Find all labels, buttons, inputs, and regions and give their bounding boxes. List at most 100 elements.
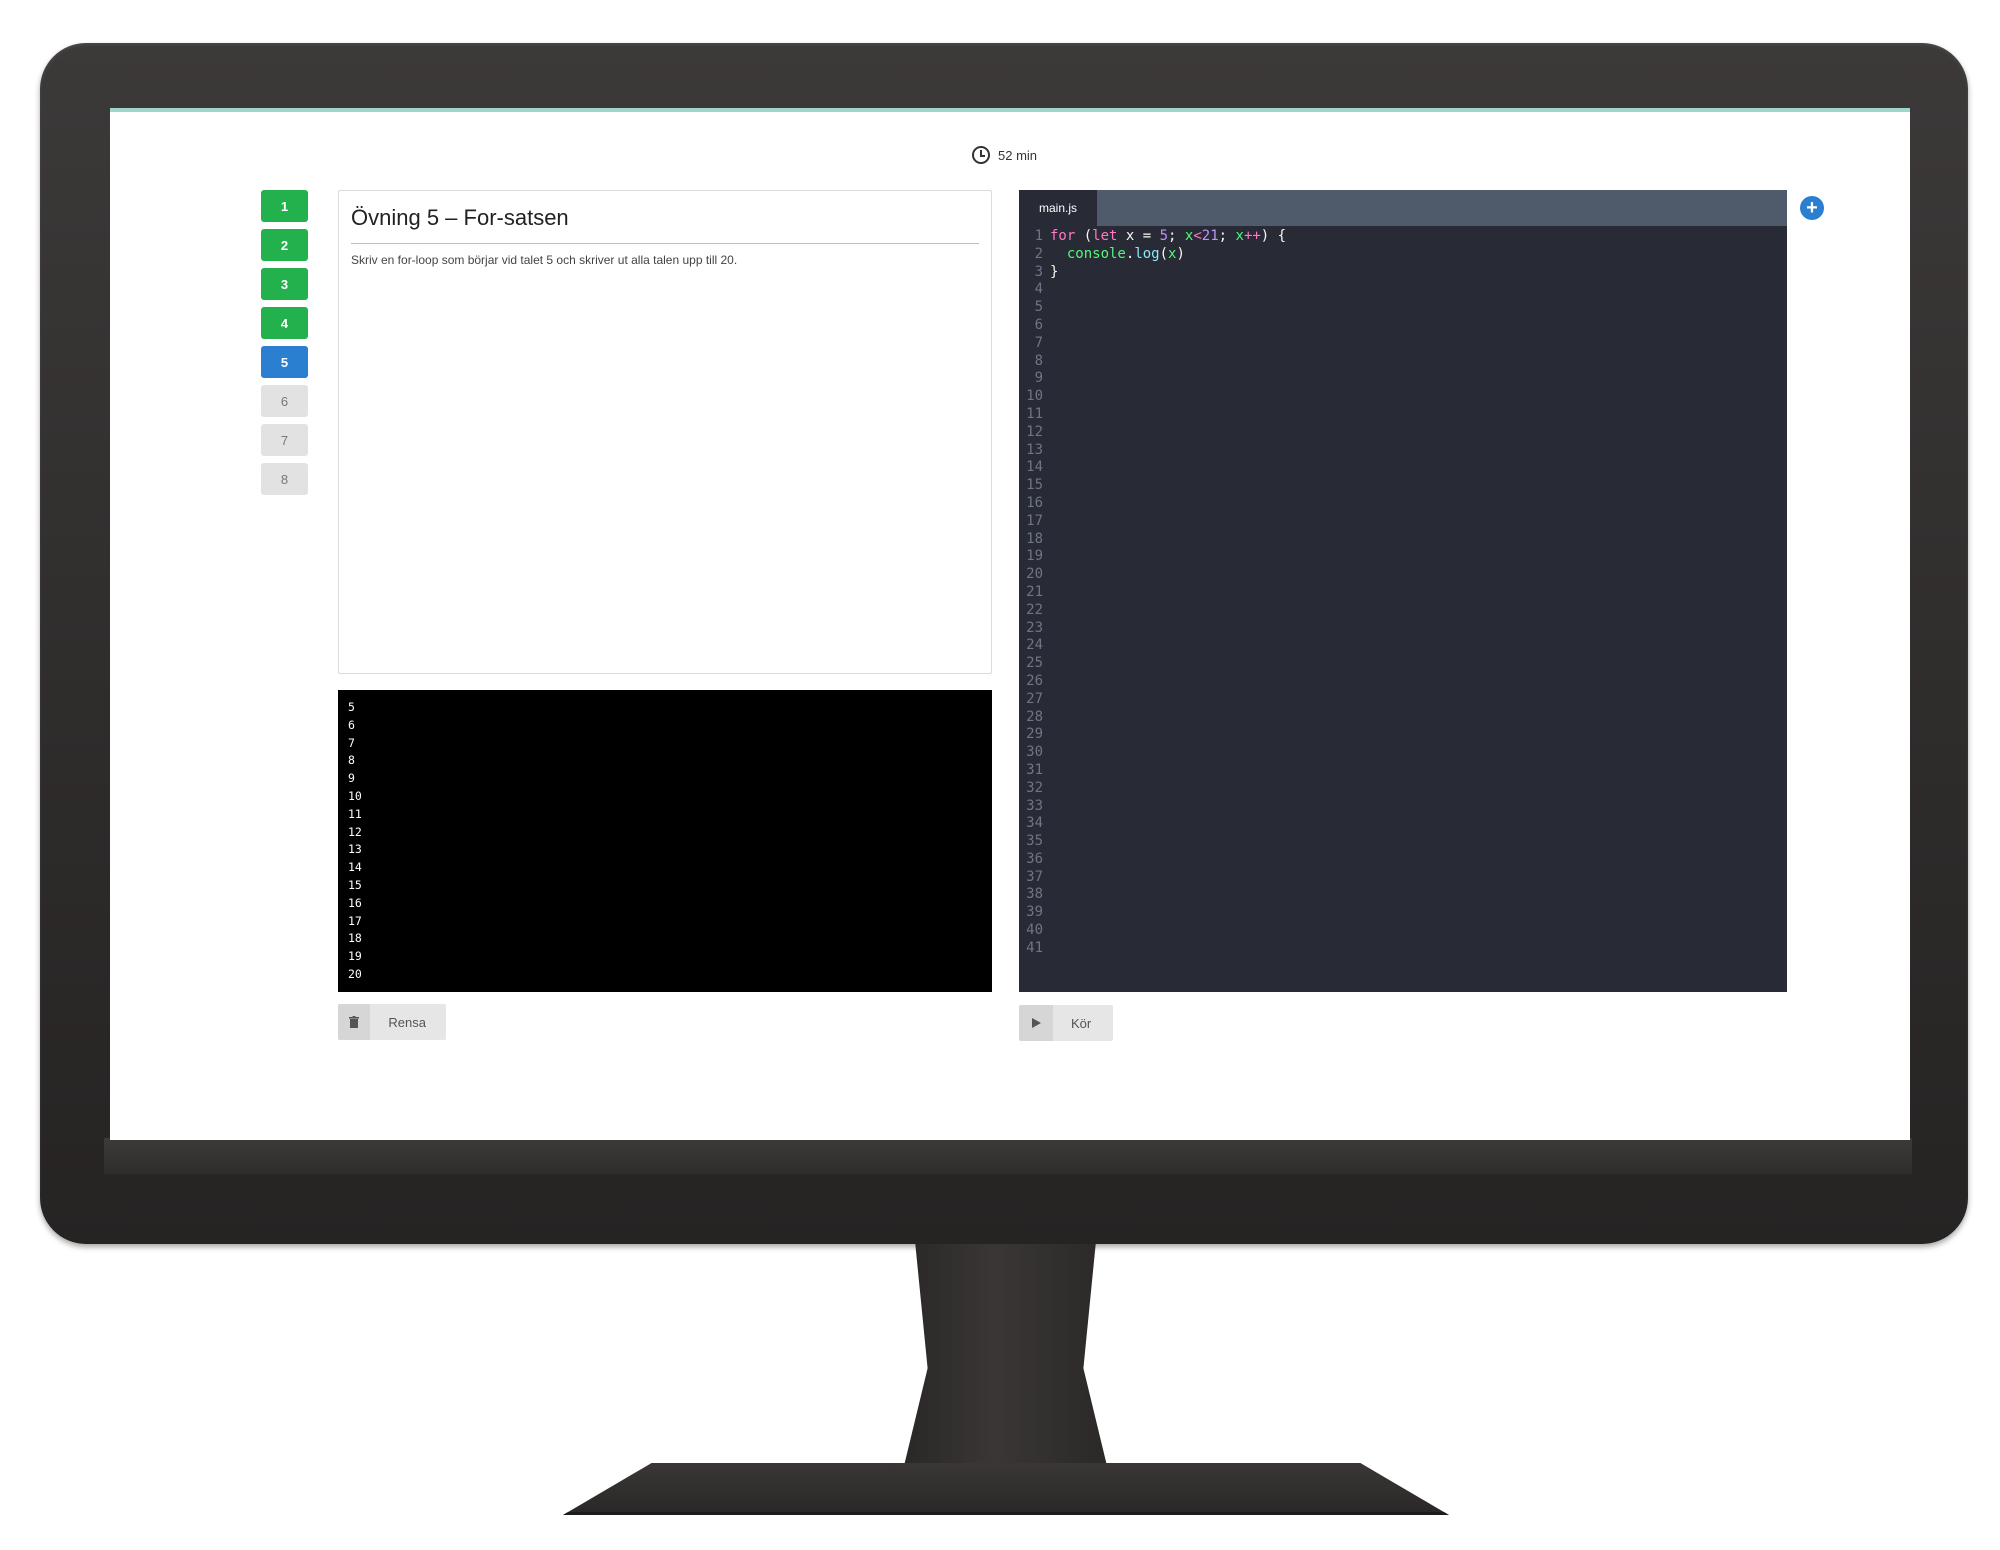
line-number: 38 [1026, 886, 1043, 903]
step-button-2[interactable]: 2 [261, 229, 308, 261]
code-token: for [1050, 228, 1076, 244]
code-token: ; [1168, 228, 1185, 244]
line-number: 4 [1034, 281, 1043, 298]
code-token: 21 [1201, 228, 1219, 244]
line-number: 1 [1034, 228, 1043, 244]
code-editor[interactable]: main.js 1 2 3 4 5 6 7 8 9 10 11 12 13 14 15 16 17 18 19 20 2… [1019, 190, 1787, 992]
line-number: 17 [1026, 512, 1043, 529]
code-line[interactable]: console.log(x) [1050, 246, 1787, 264]
step-button-3[interactable]: 3 [261, 268, 308, 300]
console-line: 10 [348, 788, 362, 803]
line-number: 40 [1026, 922, 1043, 939]
console-output: 5 6 7 8 9 10 11 12 13 14 15 16 17 18 19 20 [338, 690, 992, 992]
line-number: 41 [1026, 939, 1043, 956]
monitor-stand-neck [903, 1244, 1108, 1470]
clear-button[interactable]: Rensa [338, 1004, 446, 1040]
code-line[interactable]: for (let x = 5; x<21; x++) { [1050, 228, 1787, 246]
code-token: ) { [1260, 228, 1287, 244]
step-button-6[interactable]: 6 [261, 385, 308, 417]
line-number: 16 [1026, 494, 1043, 511]
plus-icon[interactable]: + [1800, 196, 1824, 220]
line-number: 28 [1026, 708, 1043, 725]
line-number: 14 [1026, 459, 1043, 476]
console-line: 15 [348, 877, 362, 892]
monitor-stand-base [563, 1463, 1449, 1515]
line-number: 11 [1026, 405, 1043, 422]
timer: 52 min [972, 141, 1037, 169]
line-number: 5 [1034, 299, 1043, 316]
line-number: 20 [1026, 566, 1043, 583]
line-number: 19 [1026, 548, 1043, 565]
console-line: 20 [348, 966, 362, 981]
line-number: 34 [1026, 815, 1043, 832]
line-number-gutter: 1 2 3 4 5 6 7 8 9 10 11 12 13 14 15 16 17 18 19 20 21 22 23 24 2… [1023, 228, 1043, 958]
line-number: 26 [1026, 672, 1043, 689]
code-token: } [1050, 263, 1059, 280]
console-line: 12 [348, 824, 362, 839]
console-line: 16 [348, 895, 362, 910]
console-line: 19 [348, 949, 362, 964]
console-line: 17 [348, 913, 362, 928]
code-token: x = [1117, 228, 1160, 244]
line-number: 13 [1026, 441, 1043, 458]
line-number: 35 [1026, 833, 1043, 850]
code-token: ++ [1243, 228, 1261, 244]
trash-icon [338, 1004, 371, 1040]
line-number: 21 [1026, 583, 1043, 600]
code-token: console [1066, 245, 1126, 262]
line-number: 32 [1026, 779, 1043, 796]
console-line: 9 [348, 771, 355, 786]
line-number: 29 [1026, 726, 1043, 743]
line-number: 23 [1026, 619, 1043, 636]
code-token: let [1092, 228, 1118, 244]
line-number: 18 [1026, 530, 1043, 547]
exercise-description: Skriv en for-loop som börjar vid talet 5… [351, 253, 738, 267]
tab-main-js[interactable]: main.js [1019, 190, 1097, 226]
step-button-7[interactable]: 7 [261, 424, 308, 456]
step-button-5[interactable]: 5 [261, 346, 308, 378]
step-button-1[interactable]: 1 [261, 190, 308, 222]
console-line: 13 [348, 842, 362, 857]
line-number: 8 [1034, 352, 1043, 369]
line-number: 7 [1034, 334, 1043, 351]
line-number: 33 [1026, 797, 1043, 814]
exercise-step-list: 1 2 3 4 5 6 7 8 [261, 190, 308, 502]
line-number: 9 [1034, 370, 1043, 387]
timer-text: 52 min [998, 147, 1038, 163]
line-number: 22 [1026, 601, 1043, 618]
line-number: 25 [1026, 655, 1043, 672]
code-token: ( [1075, 228, 1093, 244]
console-line: 8 [348, 753, 355, 768]
step-button-4[interactable]: 4 [261, 307, 308, 339]
console-line: 5 [348, 700, 355, 714]
line-number: 15 [1026, 477, 1043, 494]
line-number: 31 [1026, 761, 1043, 778]
code-line[interactable]: } [1050, 264, 1787, 282]
step-button-8[interactable]: 8 [261, 463, 308, 495]
run-button[interactable]: Kör [1019, 1005, 1113, 1041]
code-token: < [1193, 228, 1202, 244]
console-line: 6 [348, 717, 355, 732]
play-icon [1019, 1005, 1053, 1041]
code-token: ; [1218, 228, 1236, 244]
line-number: 6 [1034, 316, 1043, 333]
line-number: 39 [1026, 904, 1043, 921]
code-token: 5 [1159, 228, 1169, 244]
line-number: 27 [1026, 690, 1043, 707]
exercise-title: Övning 5 – For-satsen [351, 205, 979, 244]
screen: 52 min 12345678 Övning 5 – For-satsen Sk… [110, 108, 1910, 1140]
line-number: 10 [1026, 388, 1043, 405]
console-line: 11 [348, 806, 362, 821]
clock-icon [972, 146, 990, 164]
line-number: 36 [1026, 850, 1043, 867]
clear-button-label: Rensa [388, 1014, 426, 1030]
code-token: ( [1159, 245, 1169, 262]
run-button-label: Kör [1071, 1015, 1092, 1031]
console-line: 18 [348, 931, 362, 946]
line-number: 3 [1034, 263, 1043, 280]
exercise-panel: Övning 5 – For-satsen Skriv en for-loop … [338, 190, 992, 674]
line-number: 30 [1026, 744, 1043, 761]
code-lines[interactable]: for (let x = 5; x<21; x++) { console.log… [1050, 228, 1787, 281]
top-accent-bar [110, 108, 1910, 112]
